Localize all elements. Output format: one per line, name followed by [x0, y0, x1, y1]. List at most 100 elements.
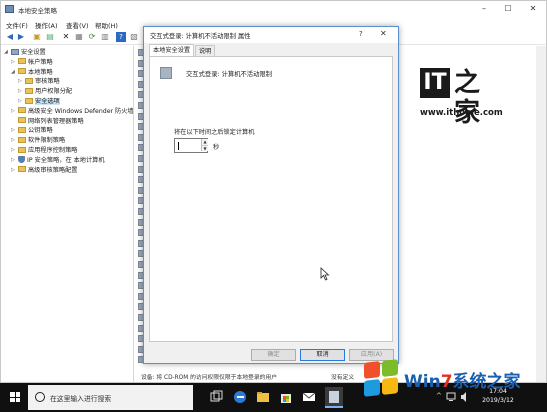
dialog-close-button[interactable]: ✕: [380, 29, 387, 38]
show-tree-icon[interactable]: ▤: [45, 32, 55, 42]
properties-dialog: 交互式登录: 计算机不活动限制 属性 ? ✕ 本地安全设置 说明 交互式登录: …: [143, 26, 399, 364]
seconds-spinbox[interactable]: ▲ ▼: [174, 138, 208, 153]
tree-node[interactable]: ▷ 公钥策略: [11, 126, 53, 135]
win7-watermark: Win7系统之家: [362, 353, 547, 403]
tab-local-security-setting[interactable]: 本地安全设置: [149, 44, 195, 56]
tree-node[interactable]: ▷ 用户权限分配: [18, 87, 72, 96]
tree-node[interactable]: 网络列表管理器策略: [11, 117, 84, 126]
mail-icon[interactable]: [302, 390, 316, 404]
expand-arrow-icon[interactable]: ▷: [11, 58, 18, 67]
folder-icon: [18, 68, 26, 75]
taskbar-search[interactable]: 在这里输入进行搜索: [28, 385, 193, 410]
properties-icon[interactable]: ▦: [74, 32, 84, 42]
tab-explain[interactable]: 说明: [195, 45, 216, 56]
logo-it: IT: [420, 68, 450, 98]
list-item-policy[interactable]: 设备: 将 CD-ROM 的访问权限仅限于本地登录的用户: [141, 372, 277, 381]
back-icon[interactable]: ◀: [5, 32, 15, 42]
windows-logo-icon: [10, 392, 20, 402]
tree-node[interactable]: ▷ 安全选项: [18, 97, 60, 106]
tree-node-label: 网络列表管理器策略: [28, 117, 84, 125]
help-button[interactable]: ?: [359, 30, 363, 38]
expand-arrow-icon[interactable]: ▷: [18, 77, 25, 86]
text-caret: [178, 142, 179, 150]
tree-node-label: 安全选项: [35, 98, 60, 105]
start-button[interactable]: [2, 383, 28, 412]
folder-icon: [18, 107, 26, 114]
edge-icon[interactable]: [233, 390, 247, 404]
policy-name: 交互式登录: 计算机不活动限制: [186, 71, 272, 78]
tab-panel: 交互式登录: 计算机不活动限制 将在以下时间之后锁定计算机 ▲ ▼ 秒: [149, 56, 393, 342]
logo-cjk: 之家: [454, 68, 481, 128]
folder-icon: [18, 166, 26, 173]
expanded-arrow-icon[interactable]: ◢: [4, 48, 11, 57]
help-icon[interactable]: ?: [116, 32, 126, 42]
store-icon[interactable]: [279, 390, 293, 404]
expand-arrow-icon[interactable]: ▷: [11, 146, 18, 155]
cortana-icon: [35, 392, 45, 402]
search-placeholder: 在这里输入进行搜索: [50, 395, 112, 403]
up-folder-icon[interactable]: ▣: [32, 32, 42, 42]
tree-node[interactable]: ▷ 审核策略: [18, 77, 60, 86]
mouse-cursor-icon: [320, 267, 330, 281]
window-title: 本地安全策略: [18, 7, 57, 15]
maximize-button[interactable]: ☐: [501, 4, 515, 14]
tree-node-label: 本地策略: [28, 68, 53, 76]
watermark-url: www.ithome.com: [420, 108, 503, 118]
task-view-icon[interactable]: [210, 390, 224, 404]
tree-node-label: 用户权限分配: [35, 88, 73, 96]
ok-button[interactable]: 确定: [251, 349, 296, 361]
tree-pane: ◢ 安全设置 ▷ 帐户策略 ◢ 本地策略 ▷ 审核策略 ▷ 用户权限分配 ▷ 安全选项 ▷ 高级安全 Wi…: [1, 46, 134, 382]
tree-node-label: 安全设置: [21, 49, 46, 56]
tree-node[interactable]: ◢ 本地策略: [11, 68, 53, 77]
windows-flag-icon: [364, 359, 398, 397]
tree-node-label: 高级安全 Windows Defender 防火墙: [28, 107, 134, 115]
expand-arrow-icon[interactable]: ▷: [11, 166, 18, 175]
ithome-logo: IT 之家: [418, 66, 493, 128]
menu-help[interactable]: 帮助(H): [95, 20, 118, 30]
minimize-button[interactable]: –: [477, 4, 491, 14]
expand-arrow-icon[interactable]: ▷: [18, 87, 25, 96]
tree-node[interactable]: ▷ 应用程序控制策略: [11, 146, 78, 155]
view-icon[interactable]: ▧: [129, 32, 139, 42]
file-explorer-icon[interactable]: [256, 390, 270, 404]
delete-icon[interactable]: ✕: [61, 32, 71, 42]
folder-icon: [18, 126, 26, 133]
expand-arrow-icon[interactable]: ▷: [11, 107, 18, 116]
tree-node[interactable]: ▷ 高级审核策略配置: [11, 166, 78, 175]
expand-arrow-icon[interactable]: ▷: [18, 97, 25, 106]
expanded-arrow-icon[interactable]: ◢: [11, 68, 18, 77]
list-item-setting: 没有定义: [331, 375, 355, 381]
expand-arrow-icon[interactable]: ▷: [11, 136, 18, 145]
menu-view[interactable]: 查看(V): [66, 20, 89, 30]
title-bar: 本地安全策略 – ☐ ✕: [1, 1, 546, 18]
tree-node[interactable]: ◢ 安全设置: [4, 48, 46, 57]
unit-label: 秒: [213, 144, 220, 151]
folder-icon: [25, 77, 33, 84]
tree-node[interactable]: ▷ IP 安全策略，在 本地计算机: [11, 155, 105, 165]
menu-file[interactable]: 文件(F): [6, 20, 28, 30]
spin-down-icon[interactable]: ▼: [201, 145, 208, 151]
folder-icon: [18, 136, 26, 143]
expand-arrow-icon[interactable]: ▷: [11, 156, 18, 165]
security-settings-icon: [11, 48, 19, 55]
refresh-icon[interactable]: ⟳: [87, 32, 97, 42]
cancel-button[interactable]: 取消: [300, 349, 345, 361]
ip-security-icon: [18, 155, 25, 163]
win7-watermark-text: Win7系统之家: [404, 372, 521, 392]
tree-node[interactable]: ▷ 帐户策略: [11, 58, 53, 67]
folder-icon: [25, 87, 33, 94]
close-button[interactable]: ✕: [526, 4, 540, 14]
scrollbar[interactable]: [536, 46, 546, 382]
tree-node-label: IP 安全策略，在 本地计算机: [27, 156, 105, 164]
dialog-title-bar: 交互式登录: 计算机不活动限制 属性 ? ✕: [144, 27, 398, 43]
expand-arrow-icon[interactable]: ▷: [11, 126, 18, 135]
export-icon[interactable]: ▥: [100, 32, 110, 42]
menu-action[interactable]: 操作(A): [35, 20, 58, 30]
tree-node-label: 公钥策略: [28, 127, 53, 135]
tree-node[interactable]: ▷ 软件限制策略: [11, 136, 65, 145]
local-security-policy-taskbar-icon[interactable]: [325, 387, 343, 408]
forward-icon[interactable]: ▶: [16, 32, 26, 42]
seconds-input[interactable]: [176, 140, 200, 151]
tree-node[interactable]: ▷ 高级安全 Windows Defender 防火墙: [11, 107, 134, 116]
tree-node-label: 高级审核策略配置: [28, 166, 78, 174]
